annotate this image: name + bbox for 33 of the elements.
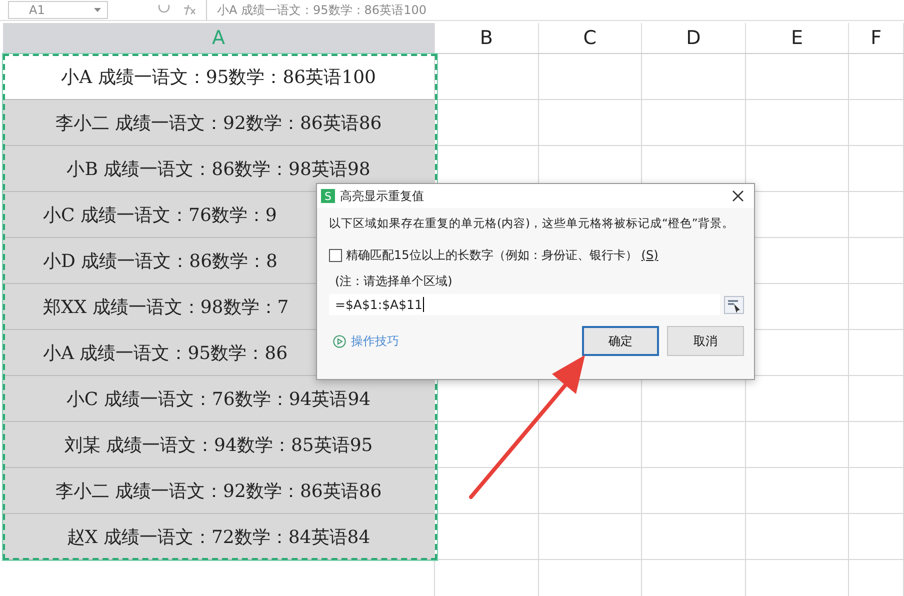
cancel-button[interactable]: 取消 <box>667 326 744 356</box>
empty-cell <box>849 468 904 514</box>
table-cell: 赵X 成绩一语文：72数学：84英语84 <box>3 514 436 560</box>
confirm-button[interactable]: 确定 <box>582 326 659 356</box>
table-cell: 李小二 成绩一语文：92数学：86英语86 <box>3 100 436 146</box>
empty-cell <box>849 330 904 376</box>
column-header[interactable]: C <box>538 23 642 53</box>
column-header[interactable]: E <box>746 23 850 53</box>
shortcut-key: (S) <box>641 248 658 262</box>
empty-cell <box>849 284 904 330</box>
empty-cell <box>849 192 904 238</box>
table-cell: 小A 成绩一语文：95数学：86英语100 <box>3 54 436 100</box>
range-picker-icon[interactable] <box>724 296 744 314</box>
table-cell: 小C 成绩一语文：76数学：94英语94 <box>3 376 436 422</box>
play-icon <box>333 334 346 348</box>
empty-cell <box>849 514 904 560</box>
range-input[interactable]: =$A$1:$A$11 <box>329 294 720 315</box>
table-cell: 李小二 成绩一语文：92数学：86英语86 <box>3 468 436 514</box>
caret-icon <box>94 8 101 12</box>
column-header[interactable]: B <box>435 23 539 53</box>
empty-cell <box>849 422 904 468</box>
column-header[interactable]: D <box>642 23 746 53</box>
empty-cell <box>849 146 904 192</box>
column-header[interactable]: F <box>849 23 904 53</box>
close-icon[interactable] <box>732 190 744 202</box>
app-icon: S <box>321 189 335 203</box>
table-cell: 刘某 成绩一语文：94数学：85英语95 <box>3 422 436 468</box>
formula-field[interactable]: 小A 成绩一语文：95数学：86英语100 <box>206 0 904 20</box>
empty-cell <box>849 238 904 284</box>
empty-cell <box>849 100 904 146</box>
checkbox[interactable] <box>329 248 342 262</box>
empty-cell <box>849 376 904 422</box>
name-box[interactable]: A1 <box>8 1 108 19</box>
